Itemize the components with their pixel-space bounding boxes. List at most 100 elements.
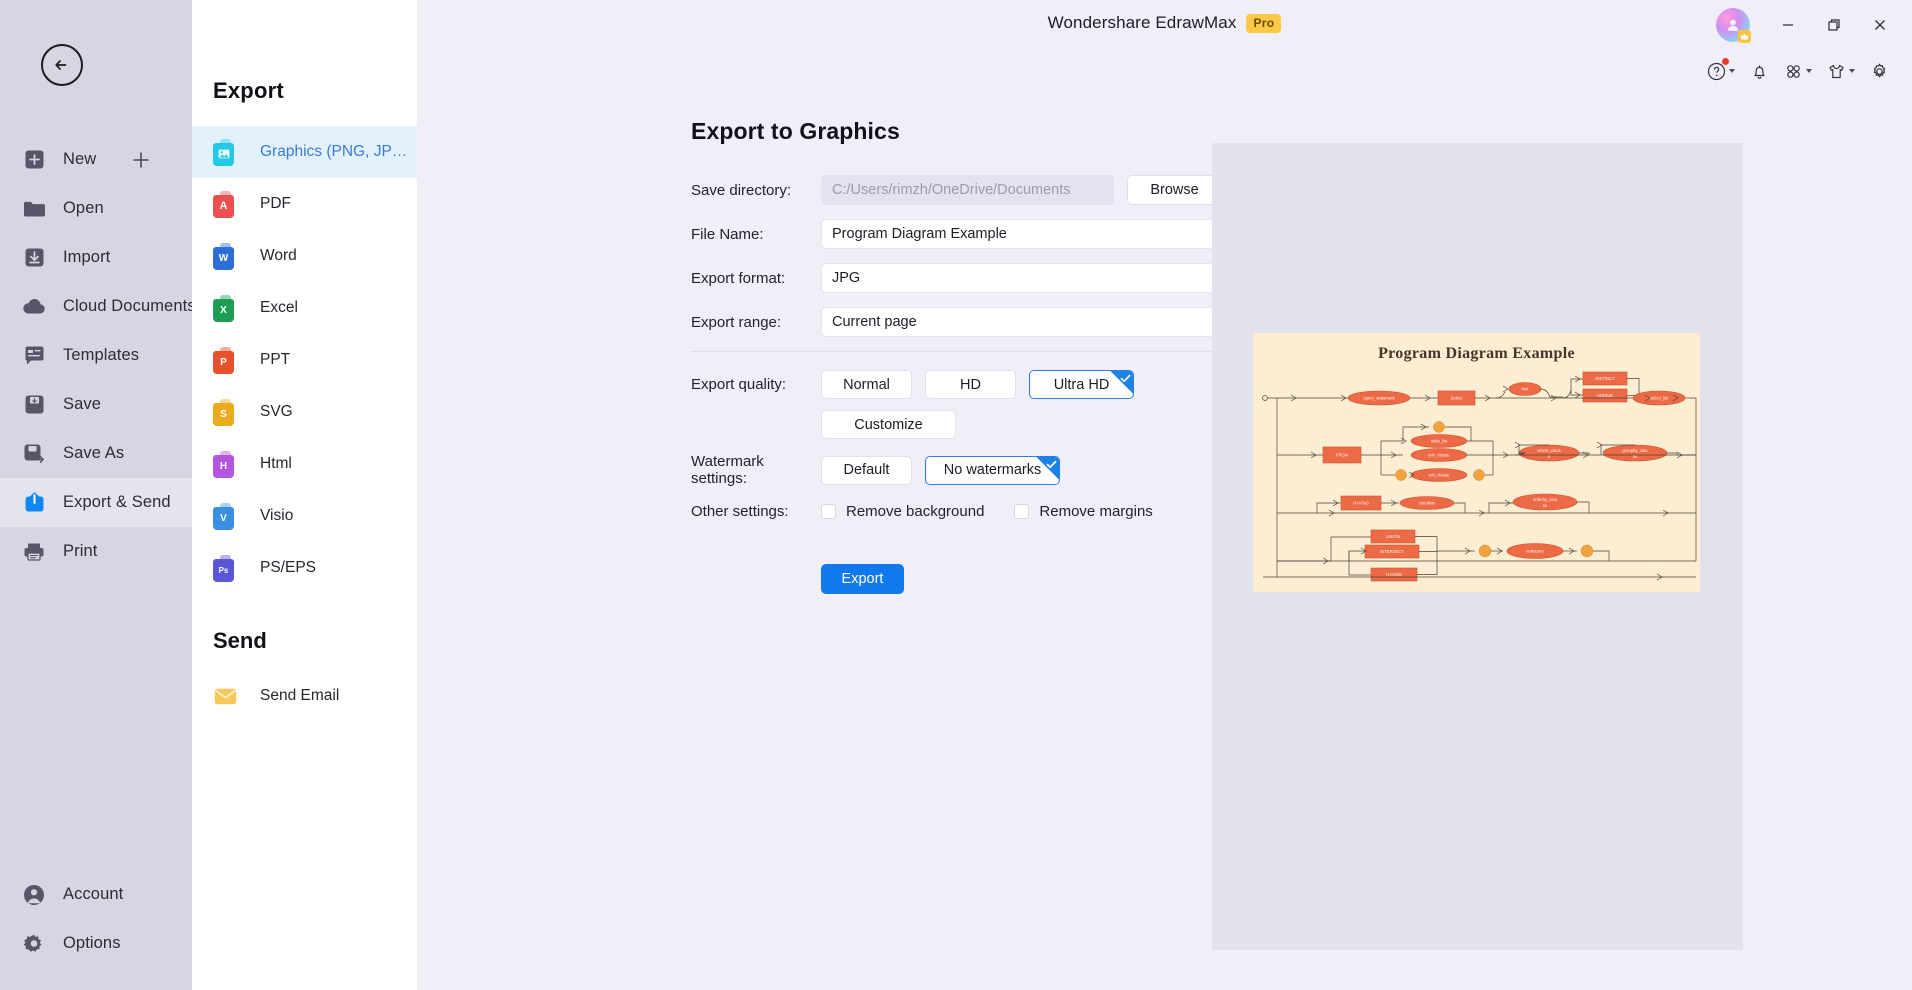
export-button[interactable]: Export [821, 564, 904, 594]
html-glyph: H [219, 460, 228, 472]
sidebar-item-label: Options [63, 934, 121, 952]
svg-text:,: , [1438, 425, 1439, 430]
export-type-html[interactable]: H Html [192, 438, 417, 490]
sidebar-item-account[interactable]: Account [0, 870, 192, 919]
export-type-word[interactable]: W Word [192, 230, 417, 282]
sidebar-item-import[interactable]: Import [0, 233, 192, 282]
export-type-visio[interactable]: V Visio [192, 490, 417, 542]
save-directory-input[interactable]: C:/Users/rimzh/OneDrive/Documents [821, 175, 1114, 205]
sidebar-item-label: Save As [63, 444, 125, 462]
settings-gear-icon[interactable] [1865, 56, 1894, 86]
sidebar-item-templates[interactable]: Templates [0, 331, 192, 380]
plus-square-icon [21, 147, 47, 173]
checkbox-box [821, 504, 836, 519]
send-section-heading: Send [213, 628, 267, 653]
close-button[interactable] [1858, 9, 1902, 41]
export-type-pdf[interactable]: A PDF [192, 178, 417, 230]
export-type-label: Excel [260, 299, 298, 316]
sidebar-item-label: Cloud Documents [63, 297, 196, 315]
import-icon [21, 245, 47, 271]
sidebar-item-print[interactable]: Print [0, 527, 192, 576]
sidebar-item-options[interactable]: Options [0, 919, 192, 968]
back-button[interactable] [41, 44, 83, 86]
sidebar-item-label: Print [63, 542, 98, 560]
checkbox-label: Remove margins [1039, 503, 1153, 520]
notification-bell-icon[interactable] [1745, 56, 1774, 86]
apps-grid-icon[interactable] [1779, 56, 1817, 86]
help-badge-dot [1722, 58, 1729, 65]
diagram-title: Program Diagram Example [1378, 345, 1575, 362]
send-item-label: Send Email [260, 687, 340, 704]
quality-option-label: Ultra HD [1053, 376, 1110, 393]
word-glyph: W [218, 252, 229, 264]
browse-button[interactable]: Browse [1127, 175, 1222, 205]
pdf-file-icon: A [213, 190, 238, 218]
quality-option-normal[interactable]: Normal [821, 370, 912, 399]
printer-icon [21, 539, 47, 565]
svg-text:FROM: FROM [1336, 453, 1349, 458]
svg-text:groupby_clau: groupby_clau [1622, 448, 1648, 453]
svg-text:HAVING: HAVING [1353, 501, 1369, 506]
vip-badge-icon [1738, 30, 1751, 43]
file-name-label: File Name: [691, 225, 764, 243]
theme-shirt-icon[interactable] [1822, 56, 1860, 86]
export-type-label: SVG [260, 403, 293, 420]
sidebar-item-open[interactable]: Open [0, 184, 192, 233]
diagram-railroad-svg: query_statement Select hint DISTINCT UNI… [1262, 371, 1697, 582]
svg-text:condition: condition [1419, 501, 1436, 506]
new-add-button[interactable] [132, 151, 150, 169]
sidebar-item-label: Account [63, 885, 124, 903]
other-settings-label: Other settings: [691, 503, 789, 520]
avatar[interactable] [1716, 8, 1751, 43]
sidebar-item-save-as[interactable]: Save As [0, 429, 192, 478]
sidebar-item-label: Import [63, 248, 111, 266]
export-type-label: PPT [260, 351, 291, 368]
account-icon [21, 882, 47, 908]
send-list: Send Email [192, 670, 417, 722]
sidebar-item-label: Save [63, 395, 102, 413]
export-type-svg[interactable]: S SVG [192, 386, 417, 438]
svg-text:DISTINCT: DISTINCT [1595, 376, 1615, 381]
svg-text:win_clause: win_clause [1429, 473, 1450, 478]
sidebar-item-label: Open [63, 199, 104, 217]
sidebar-item-cloud-documents[interactable]: Cloud Documents [0, 282, 196, 331]
quality-option-hd[interactable]: HD [925, 370, 1016, 399]
svg-text:INTERSECT: INTERSECT [1380, 549, 1404, 554]
customize-button[interactable]: Customize [821, 410, 956, 439]
svg-text:table_list: table_list [1431, 439, 1448, 444]
remove-background-checkbox[interactable]: Remove background [821, 503, 984, 520]
visio-glyph: V [220, 512, 227, 524]
svg-glyph: S [220, 408, 227, 420]
help-icon[interactable] [1702, 56, 1740, 86]
sidebar-item-new[interactable]: New [0, 135, 192, 184]
watermark-option-no-watermarks[interactable]: No watermarks [925, 455, 1060, 485]
restore-button[interactable] [1812, 9, 1856, 41]
graphics-file-icon [213, 138, 238, 166]
minimize-button[interactable] [1766, 9, 1810, 41]
diagram-preview-thumbnail[interactable]: Program Diagram Example query_statement … [1253, 333, 1700, 592]
quality-option-ultra-hd[interactable]: Ultra HD [1029, 370, 1134, 399]
export-type-graphics[interactable]: Graphics (PNG, JPG et... [192, 126, 417, 178]
export-type-ps-eps[interactable]: Ps PS/EPS [192, 542, 417, 594]
export-send-icon [21, 490, 47, 516]
export-type-excel[interactable]: X Excel [192, 282, 417, 334]
export-type-label: Visio [260, 507, 294, 524]
sidebar-item-export-send[interactable]: Export & Send [0, 478, 192, 527]
svg-text:orderby_clau: orderby_clau [1533, 497, 1558, 502]
sidebar-item-save[interactable]: Save [0, 380, 192, 429]
svg-text:join_clause: join_clause [1428, 453, 1451, 458]
export-quality-label: Export quality: [691, 376, 787, 393]
export-preview-panel: Program Diagram Example query_statement … [1212, 143, 1743, 950]
watermark-option-default[interactable]: Default [821, 455, 912, 485]
checkbox-label: Remove background [846, 503, 985, 520]
ps-eps-file-icon: Ps [213, 554, 238, 582]
export-type-label: PS/EPS [260, 559, 316, 576]
ppt-glyph: P [220, 356, 227, 368]
send-email-item[interactable]: Send Email [192, 670, 417, 722]
save-directory-label: Save directory: [691, 181, 792, 199]
remove-margins-checkbox[interactable]: Remove margins [1014, 503, 1153, 520]
title-bar: Wondershare EdrawMax Pro [417, 0, 1912, 80]
export-type-ppt[interactable]: P PPT [192, 334, 417, 386]
ps-glyph: Ps [218, 565, 229, 575]
export-type-label: Html [260, 455, 292, 472]
